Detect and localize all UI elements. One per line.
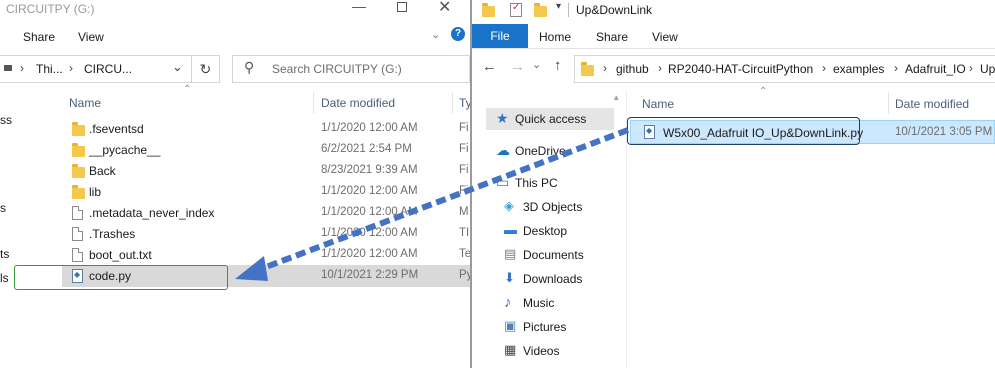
drag-arrow-line <box>256 127 630 273</box>
drag-arrow-head <box>235 256 268 281</box>
drag-arrow <box>235 127 630 281</box>
